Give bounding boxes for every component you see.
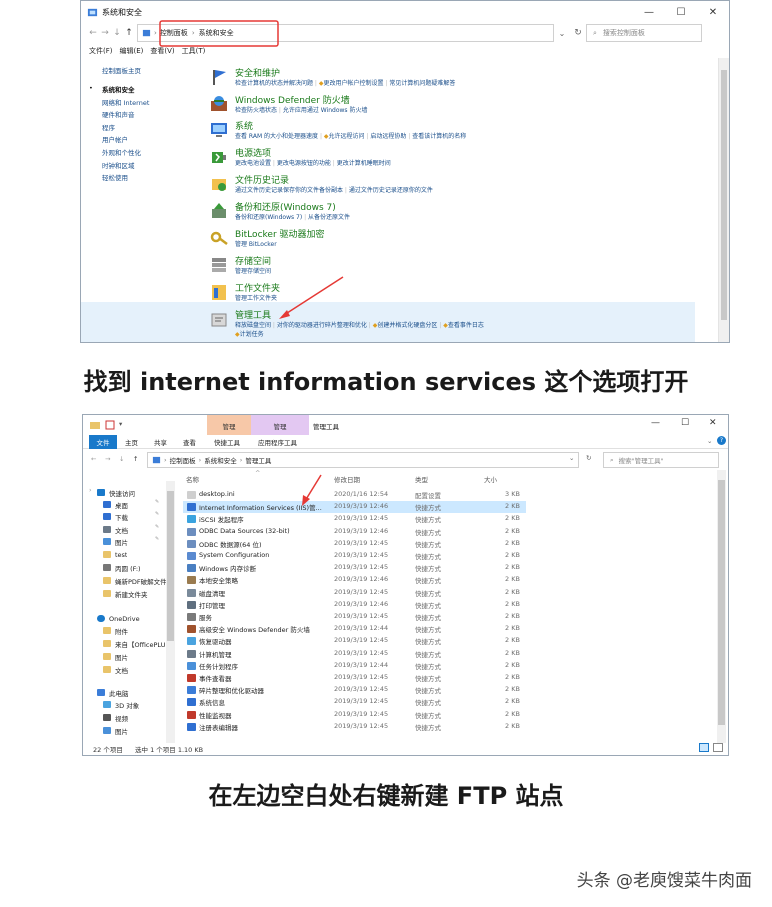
details-view-icon[interactable] [699,743,709,752]
iis-arrow-head [302,495,310,506]
admin-tools-arrow [283,276,344,316]
caption-step-2: 在左边空白处右键新建 FTP 站点 [208,782,564,810]
annotation-overlay [159,20,344,319]
status-bar: 22 个项目 选中 1 个项目 1.10 KB [83,741,728,755]
control-panel-window: 系统和安全 — ☐ ✕ ← → ↓ ↑ › 控制面板 › 系统和安全 ⌄ ↻ ⌕… [80,0,730,343]
tiles-view-icon[interactable] [713,743,723,752]
iis-arrow [304,474,322,502]
status-selection: 选中 1 个项目 1.10 KB [135,746,204,754]
caption-step-1: 找到 internet information services 这个选项打开 [83,368,689,396]
annotation-overlay [302,474,322,506]
breadcrumb-highlight-box [159,20,279,47]
status-item-count: 22 个项目 [93,746,123,754]
watermark: 头条 @老庾馊菜牛肉面 [576,871,752,891]
explorer-window: ▾ 管理 管理 管理工具 — ☐ ✕ 文件 主页 共享 查看 快捷工具 应用程序… [82,414,729,756]
